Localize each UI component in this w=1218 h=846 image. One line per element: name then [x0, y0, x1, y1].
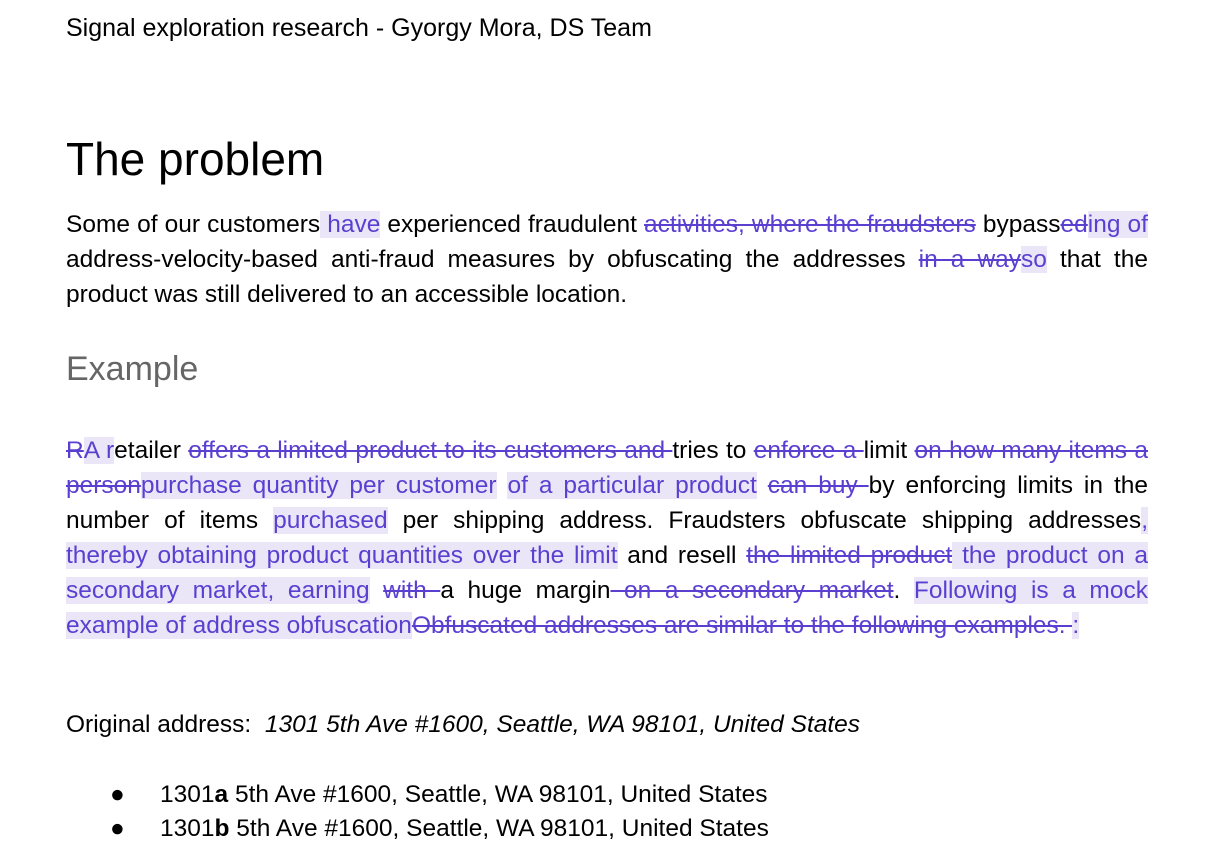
- bullet-icon: ●: [110, 815, 125, 842]
- variant-suffix: 5th Ave #1600, Seattle, WA 98101, United…: [228, 781, 768, 808]
- variant-prefix: 1301: [160, 781, 215, 808]
- problem-paragraph[interactable]: Some of our customers have experienced f…: [66, 207, 1148, 312]
- bullet-icon: ●: [110, 781, 125, 808]
- original-address-line: Original address: 1301 5th Ave #1600, Se…: [66, 711, 860, 739]
- variant-prefix: 1301: [160, 815, 215, 842]
- list-item: ● 1301b 5th Ave #1600, Seattle, WA 98101,…: [66, 812, 769, 846]
- text-run: tries to: [672, 437, 754, 464]
- text-run: and resell: [617, 542, 747, 569]
- text-run: a huge margin: [440, 577, 611, 604]
- variant-suffix: 5th Ave #1600, Seattle, WA 98101, United…: [229, 815, 769, 842]
- text-run: [757, 472, 768, 499]
- heading-example: Example: [66, 350, 199, 388]
- original-address-value: 1301 5th Ave #1600, Seattle, WA 98101, U…: [264, 711, 861, 738]
- variant-highlight: b: [214, 815, 230, 842]
- suggested-deletion[interactable]: in a way: [919, 246, 1021, 273]
- example-paragraph[interactable]: RA retailer offers a limited product to …: [66, 433, 1148, 643]
- suggested-insertion[interactable]: of a particular product: [507, 472, 757, 499]
- suggested-insertion[interactable]: so: [1021, 246, 1047, 273]
- list-item: ● 1301a 5th Ave #1600, Seattle, WA 98101,…: [66, 778, 769, 812]
- suggested-deletion[interactable]: enforce a: [754, 437, 864, 464]
- suggested-insertion[interactable]: purchased: [273, 507, 388, 534]
- text-run: .: [893, 577, 914, 604]
- suggested-deletion[interactable]: offers a limited product to its customer…: [188, 437, 672, 464]
- text-run: [497, 472, 508, 499]
- suggested-deletion[interactable]: can buy: [768, 472, 869, 499]
- original-address-label: Original address:: [66, 711, 252, 738]
- suggested-insertion[interactable]: purchase quantity per customer: [140, 472, 497, 499]
- suggested-deletion[interactable]: on a secondary market: [610, 577, 894, 604]
- address-variants-list: ● 1301a 5th Ave #1600, Seattle, WA 98101,…: [66, 778, 769, 846]
- text-run: Some of our customers: [66, 211, 321, 238]
- suggested-insertion[interactable]: ing of: [1087, 211, 1148, 238]
- variant-highlight: a: [214, 781, 229, 808]
- text-run: per shipping address. Fraudsters obfusca…: [387, 507, 1142, 534]
- suggested-deletion[interactable]: with: [383, 577, 440, 604]
- document-header: Signal exploration research - Gyorgy Mor…: [66, 14, 652, 42]
- suggested-insertion[interactable]: :: [1072, 612, 1080, 639]
- text-run: limit: [863, 437, 915, 464]
- text-run: bypass: [975, 211, 1061, 238]
- suggested-deletion[interactable]: Obfuscated addresses are similar to the …: [412, 612, 1072, 639]
- text-run: etailer: [114, 437, 189, 464]
- suggested-deletion[interactable]: R: [66, 437, 84, 464]
- heading-the-problem: The problem: [66, 133, 325, 185]
- text-run: experienced fraudulent: [380, 211, 645, 238]
- suggested-deletion[interactable]: the limited product: [746, 542, 952, 569]
- suggested-deletion[interactable]: ed: [1061, 211, 1088, 238]
- text-run: [370, 577, 384, 604]
- text-run: address-velocity-based anti-fraud measur…: [66, 246, 919, 273]
- suggested-insertion[interactable]: have: [320, 211, 381, 238]
- suggested-insertion[interactable]: A r: [83, 437, 115, 464]
- suggested-deletion[interactable]: activities, where the fraudsters: [644, 211, 976, 238]
